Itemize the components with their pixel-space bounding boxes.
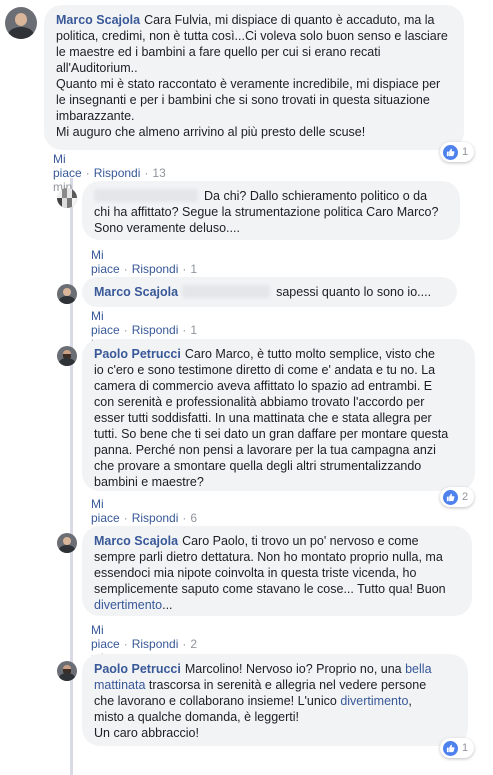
avatar[interactable] [57, 661, 77, 681]
blurred-author-name[interactable] [94, 189, 198, 202]
author-name[interactable]: Marco Scajola [94, 534, 178, 548]
avatar[interactable] [57, 533, 77, 553]
comment-bubble: Marco Scajola Cara Fulvia, mi dispiace di… [44, 5, 464, 150]
hashtag-link[interactable]: divertimento [340, 694, 408, 708]
comment-bubble: Marco Scajola Caro Paolo, ti trovo un po'… [82, 526, 472, 616]
like-button[interactable]: Mi piace [91, 623, 120, 651]
reaction-count[interactable]: 2 [440, 487, 475, 507]
author-name[interactable]: Paolo Petrucci [94, 347, 181, 361]
author-name[interactable]: Paolo Petrucci [94, 662, 181, 676]
comment-bubble: Paolo Petrucci Caro Marco, è tutto molto … [82, 339, 475, 491]
reply-button[interactable]: Rispondi [132, 323, 179, 337]
like-button[interactable]: Mi piace [91, 248, 120, 276]
author-name[interactable]: Marco Scajola [56, 13, 140, 27]
author-name[interactable]: Marco Scajola [94, 285, 178, 299]
reply-button[interactable]: Rispondi [132, 262, 179, 276]
comment-bubble: Da chi? Dallo schieramento politico o da… [82, 181, 460, 240]
comment-bubble: Marco Scajola sapessi quanto lo sono io..… [82, 277, 457, 307]
thumbs-up-icon [443, 489, 458, 505]
reaction-count[interactable]: 1 [440, 142, 475, 162]
hashtag-link[interactable]: bella [405, 662, 431, 676]
reply-thread-line [70, 178, 73, 775]
avatar[interactable] [57, 346, 77, 366]
like-button[interactable]: Mi piace [53, 152, 82, 180]
thumbs-up-icon [443, 144, 458, 160]
like-button[interactable]: Mi piace [91, 497, 120, 525]
reaction-count[interactable]: 1 [440, 738, 475, 758]
thumbs-up-icon [443, 740, 458, 756]
blurred-tagged-name[interactable] [182, 285, 271, 298]
reply-button[interactable]: Rispondi [94, 166, 141, 180]
reply-button[interactable]: Rispondi [132, 637, 179, 651]
comment-bubble: Paolo Petrucci Marcolino! Nervoso io? Pro… [82, 654, 468, 746]
avatar[interactable] [57, 188, 77, 208]
hashtag-link[interactable]: mattinata [94, 678, 145, 692]
avatar[interactable] [5, 7, 37, 39]
reply-button[interactable]: Rispondi [132, 511, 179, 525]
continue-reading-link[interactable]: divertimento [94, 598, 162, 612]
like-button[interactable]: Mi piace [91, 309, 120, 337]
avatar[interactable] [57, 284, 77, 304]
